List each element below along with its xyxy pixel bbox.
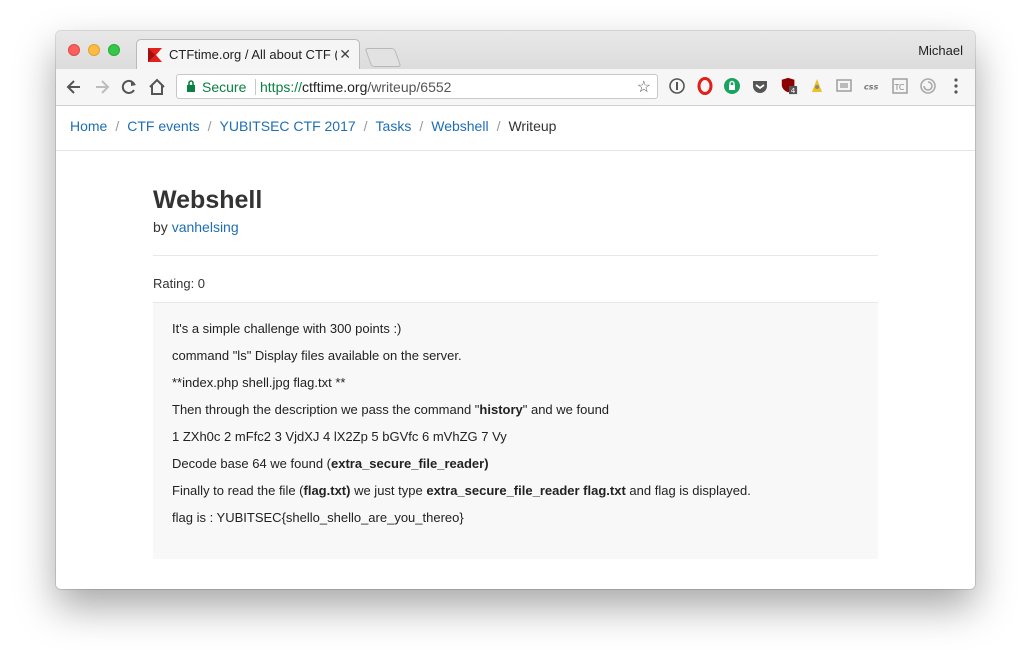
screenshot-icon[interactable]: [835, 77, 853, 95]
writeup-line: Then through the description we pass the…: [172, 402, 610, 417]
breadcrumb-task[interactable]: Webshell: [431, 118, 488, 134]
url-text: https://ctftime.org/writeup/6552: [260, 79, 452, 95]
tc-extension-icon[interactable]: TC: [891, 77, 909, 95]
tab-close-icon[interactable]: ✕: [339, 46, 351, 63]
reload-icon[interactable]: [119, 77, 139, 97]
svg-text:css: css: [864, 81, 879, 91]
page-content: Home / CTF events / YUBITSEC CTF 2017 / Tasks /…: [56, 106, 975, 589]
ctftime-favicon-icon: [148, 48, 162, 62]
tab-title: CTFtime.org / All about CTF (C: [169, 47, 337, 62]
zoom-window-button[interactable]: [108, 44, 120, 56]
browser-window: CTFtime.org / All about CTF (C ✕ Michael…: [56, 31, 975, 589]
loading-spiral-icon[interactable]: [919, 77, 937, 95]
page-title: Webshell: [153, 186, 263, 214]
address-bar[interactable]: Secure https://ctftime.org/writeup/6552 …: [176, 74, 658, 99]
breadcrumb-ctf-events[interactable]: CTF events: [127, 118, 199, 134]
opera-icon[interactable]: [696, 77, 714, 95]
pocket-icon[interactable]: [751, 77, 769, 95]
by-label: by: [153, 219, 168, 235]
browser-toolbar: Secure https://ctftime.org/writeup/6552 …: [56, 69, 975, 106]
browser-tab[interactable]: CTFtime.org / All about CTF (C ✕: [136, 39, 360, 69]
author-link[interactable]: vanhelsing: [172, 219, 239, 235]
breadcrumb-home[interactable]: Home: [70, 118, 107, 134]
rating: Rating: 0: [153, 276, 206, 291]
breadcrumb: Home / CTF events / YUBITSEC CTF 2017 / Tasks /…: [56, 106, 975, 151]
writeup-body: It's a simple challenge with 300 points …: [153, 303, 878, 559]
divider: [153, 255, 878, 256]
minimize-window-button[interactable]: [88, 44, 100, 56]
writeup-line: command "ls" Display files available on …: [172, 348, 462, 363]
writeup-line: flag is : YUBITSEC{shello_shello_are_you…: [172, 510, 464, 525]
lock-icon: [187, 80, 195, 92]
ghostery-shield-icon[interactable]: [723, 77, 741, 95]
breadcrumb-divider: /: [207, 118, 212, 134]
builtwith-icon[interactable]: [808, 77, 826, 95]
css-viewer-icon[interactable]: css: [863, 77, 881, 95]
bookmark-star-icon[interactable]: ☆: [637, 77, 651, 97]
writeup-line: Finally to read the file (flag.txt) we j…: [172, 483, 751, 498]
breadcrumb-active: Writeup: [508, 118, 557, 134]
onepassword-icon[interactable]: [668, 77, 686, 95]
writeup-line: Decode base 64 we found (extra_secure_fi…: [172, 456, 489, 471]
breadcrumb-divider: /: [115, 118, 120, 134]
forward-arrow-icon[interactable]: [92, 77, 112, 97]
browser-menu-icon[interactable]: [954, 78, 958, 94]
byline: by vanhelsing: [153, 219, 878, 235]
new-tab-button[interactable]: [364, 48, 402, 67]
breadcrumb-divider: /: [363, 118, 368, 134]
writeup-main: Webshell by vanhelsing Rating: 0 It's a …: [153, 186, 878, 559]
writeup-line: **index.php shell.jpg flag.txt **: [172, 375, 346, 390]
writeup-line: It's a simple challenge with 300 points …: [172, 321, 402, 336]
profile-name[interactable]: Michael: [918, 43, 963, 58]
home-icon[interactable]: [147, 77, 167, 97]
breadcrumb-tasks[interactable]: Tasks: [376, 118, 412, 134]
close-window-button[interactable]: [68, 44, 80, 56]
title-bar: CTFtime.org / All about CTF (C ✕ Michael: [56, 31, 975, 69]
breadcrumb-event[interactable]: YUBITSEC CTF 2017: [220, 118, 356, 134]
breadcrumb-divider: /: [419, 118, 424, 134]
back-arrow-icon[interactable]: [64, 77, 84, 97]
ublock-icon[interactable]: 4: [780, 77, 798, 95]
svg-text:TC: TC: [894, 83, 905, 92]
secure-label: Secure: [202, 79, 247, 95]
address-separator: [255, 79, 256, 95]
svg-text:4: 4: [791, 86, 796, 95]
writeup-line: 1 ZXh0c 2 mFfc2 3 VjdXJ 4 lX2Zp 5 bGVfc …: [172, 429, 507, 444]
breadcrumb-divider: /: [496, 118, 501, 134]
